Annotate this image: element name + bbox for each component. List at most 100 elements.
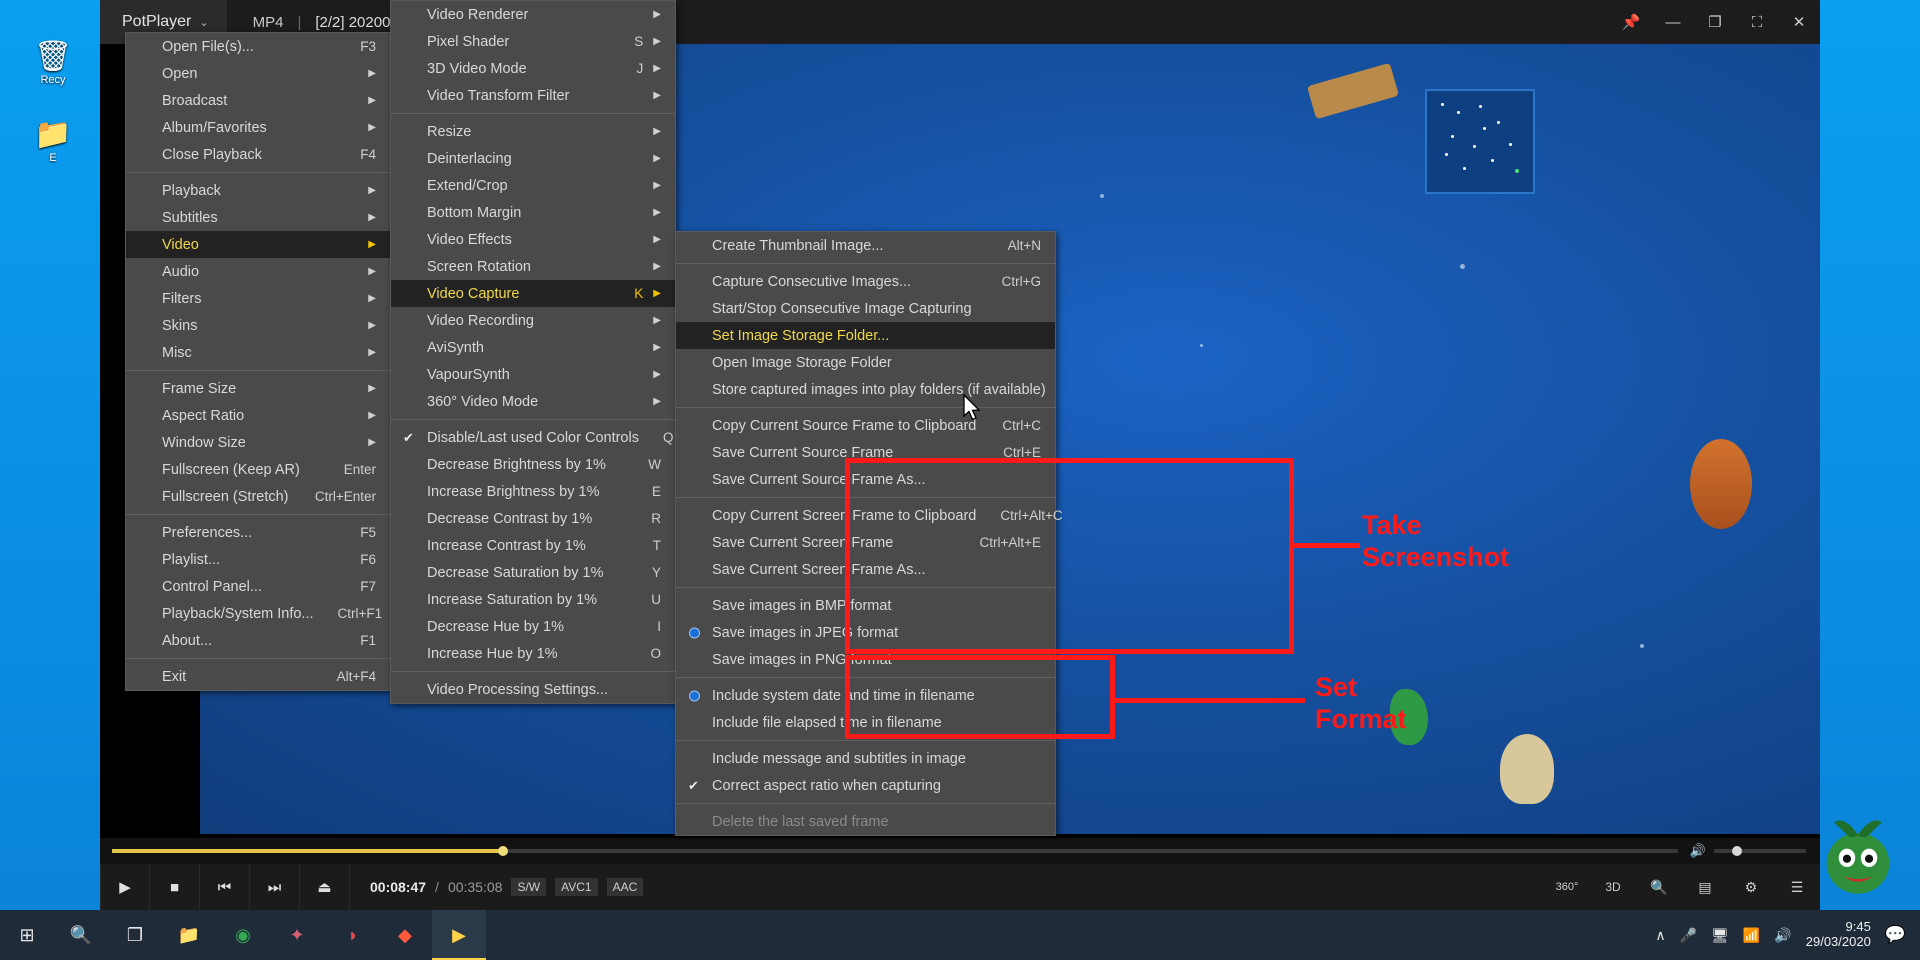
menu-item[interactable]: Set Image Storage Folder... [676,322,1055,349]
menu-item[interactable]: Copy Current Source Frame to Clipboard Ct… [676,412,1055,439]
menu-item[interactable]: AviSynth ▶ [391,334,675,361]
menu-item[interactable]: Video ▶ [126,231,390,258]
search-icon[interactable]: 🔍 [1636,864,1682,910]
start-button[interactable]: ⊞ [0,910,54,960]
menu-item[interactable]: Aspect Ratio ▶ [126,402,390,429]
potplayer-taskbar-icon[interactable]: ▶ [432,910,486,960]
next-button[interactable]: ⏭ [250,864,300,910]
menu-item[interactable]: Resize ▶ [391,118,675,145]
menu-item[interactable]: Include system date and time in filename [676,682,1055,709]
menu-item[interactable]: Preferences... F5 [126,519,390,546]
menu-item[interactable]: Copy Current Screen Frame to Clipboard Ct… [676,502,1063,529]
menu-item[interactable]: Audio ▶ [126,258,390,285]
fullscreen-button[interactable]: ⛶ [1736,0,1778,44]
menu-item[interactable]: Save images in JPEG format [676,619,1055,646]
menu-item[interactable]: Open Image Storage Folder [676,349,1055,376]
menu-item[interactable]: Skins ▶ [126,312,390,339]
menu-item[interactable]: Include file elapsed time in filename [676,709,1055,736]
volume-icon[interactable]: 🔊 [1774,927,1791,944]
menu-item[interactable]: Misc ▶ [126,339,390,366]
pin-icon[interactable]: 📌 [1610,0,1652,44]
maximize-button[interactable]: ❐ [1694,0,1736,44]
video-capture-submenu[interactable]: Create Thumbnail Image... Alt+N Capture Co… [675,231,1063,836]
menu-item[interactable]: Broadcast ▶ [126,87,390,114]
menu-item[interactable]: Playback ▶ [126,177,390,204]
previous-button[interactable]: ⏮ [200,864,250,910]
menu-item[interactable]: VapourSynth ▶ [391,361,675,388]
stop-button[interactable]: ■ [150,864,200,910]
menu-item[interactable]: Increase Contrast by 1% T [391,532,675,559]
taskbar-clock[interactable]: 9:45 29/03/2020 [1806,920,1871,949]
menu-item[interactable]: Playback/System Info... Ctrl+F1 [126,600,390,627]
app-icon-red[interactable]: ✦ [270,910,324,960]
menu-item[interactable]: Deinterlacing ▶ [391,145,675,172]
menu-item[interactable]: ✔ Disable/Last used Color Controls Q [391,424,675,451]
menu-item[interactable]: Open File(s)... F3 [126,33,390,60]
network-icon[interactable]: 📶 [1743,927,1760,944]
menu-item[interactable]: Close Playback F4 [126,141,390,168]
menu-item[interactable]: Video Capture K ▶ [391,280,675,307]
main-menu[interactable]: Open File(s)... F3 Open ▶ Broadcast ▶ Album/Fa… [125,32,391,691]
menu-item[interactable]: 360° Video Mode ▶ [391,388,675,415]
video-submenu[interactable]: Video Renderer ▶ Pixel Shader S ▶ 3D Video Mo… [390,0,676,704]
menu-item[interactable]: Decrease Contrast by 1% R [391,505,675,532]
menu-item[interactable]: Playlist... F6 [126,546,390,573]
microphone-icon[interactable]: 🎤 [1680,927,1697,944]
menu-item[interactable]: Filters ▶ [126,285,390,312]
menu-item[interactable]: Video Recording ▶ [391,307,675,334]
menu-item[interactable]: Increase Saturation by 1% U [391,586,675,613]
menu-item[interactable]: Capture Consecutive Images... Ctrl+G [676,268,1055,295]
menu-item[interactable]: Decrease Brightness by 1% W [391,451,675,478]
volume-handle[interactable] [1732,846,1742,856]
seek-track[interactable] [112,846,1678,856]
desktop-icon-recycle-bin[interactable]: 🗑 Recy [18,40,88,86]
app-icon-orange[interactable]: ◆ [378,910,432,960]
gear-icon[interactable]: ⚙ [1728,864,1774,910]
minimize-button[interactable]: — [1652,0,1694,44]
menu-item[interactable]: Video Effects ▶ [391,226,675,253]
menu-item[interactable]: Extend/Crop ▶ [391,172,675,199]
desktop-icon-editor[interactable]: 📁 E [18,118,88,164]
menu-item[interactable]: Open ▶ [126,60,390,87]
menu-item[interactable]: About... F1 [126,627,390,654]
menu-item[interactable]: Bottom Margin ▶ [391,199,675,226]
vr-360-button[interactable]: 360° [1544,864,1590,910]
search-icon[interactable]: 🔍 [54,910,108,960]
menu-item[interactable]: Create Thumbnail Image... Alt+N [676,232,1055,259]
menu-item[interactable]: Store captured images into play folders … [676,376,1055,403]
menu-item[interactable]: Save images in BMP format [676,592,1055,619]
menu-item[interactable]: Start/Stop Consecutive Image Capturing [676,295,1055,322]
menu-item[interactable]: Save Current Screen Frame As... [676,556,1055,583]
three-d-button[interactable]: 3D [1590,864,1636,910]
menu-item[interactable]: Subtitles ▶ [126,204,390,231]
file-explorer-icon[interactable]: 📁 [162,910,216,960]
menu-item[interactable]: Decrease Saturation by 1% Y [391,559,675,586]
menu-item[interactable]: Video Renderer ▶ [391,1,675,28]
menu-item[interactable]: Save images in PNG format [676,646,1055,673]
display-icon[interactable]: 🖥 [1711,927,1729,944]
menu-item[interactable]: Pixel Shader S ▶ [391,28,675,55]
seek-bar[interactable]: 🔊 [100,838,1820,864]
volume-control[interactable]: 🔊 [1690,843,1820,859]
menu-item[interactable]: Save Current Source Frame Ctrl+E [676,439,1055,466]
menu-item[interactable]: 3D Video Mode J ▶ [391,55,675,82]
menu-item[interactable]: Exit Alt+F4 [126,663,390,690]
menu-item[interactable]: Decrease Hue by 1% I [391,613,675,640]
menu-item[interactable]: ✔ Correct aspect ratio when capturing [676,772,1055,799]
close-button[interactable]: ✕ [1778,0,1820,44]
menu-item[interactable]: Fullscreen (Keep AR) Enter [126,456,390,483]
menu-item[interactable]: Frame Size ▶ [126,375,390,402]
tray-expand-icon[interactable]: ∧ [1655,927,1665,944]
menu-item[interactable]: Video Transform Filter ▶ [391,82,675,109]
chrome-icon[interactable]: ◉ [216,910,270,960]
menu-item[interactable]: Save Current Source Frame As... [676,466,1055,493]
menu-item[interactable]: Increase Hue by 1% O [391,640,675,667]
volume-track[interactable] [1714,846,1806,856]
menu-item[interactable]: Video Processing Settings... [391,676,675,703]
menu-item[interactable]: Fullscreen (Stretch) Ctrl+Enter [126,483,390,510]
playlist-button[interactable]: ▤ [1682,864,1728,910]
menu-item[interactable]: Include message and subtitles in image [676,745,1055,772]
menu-item[interactable]: Screen Rotation ▶ [391,253,675,280]
volume-icon[interactable]: 🔊 [1690,843,1706,859]
menu-item[interactable]: Control Panel... F7 [126,573,390,600]
